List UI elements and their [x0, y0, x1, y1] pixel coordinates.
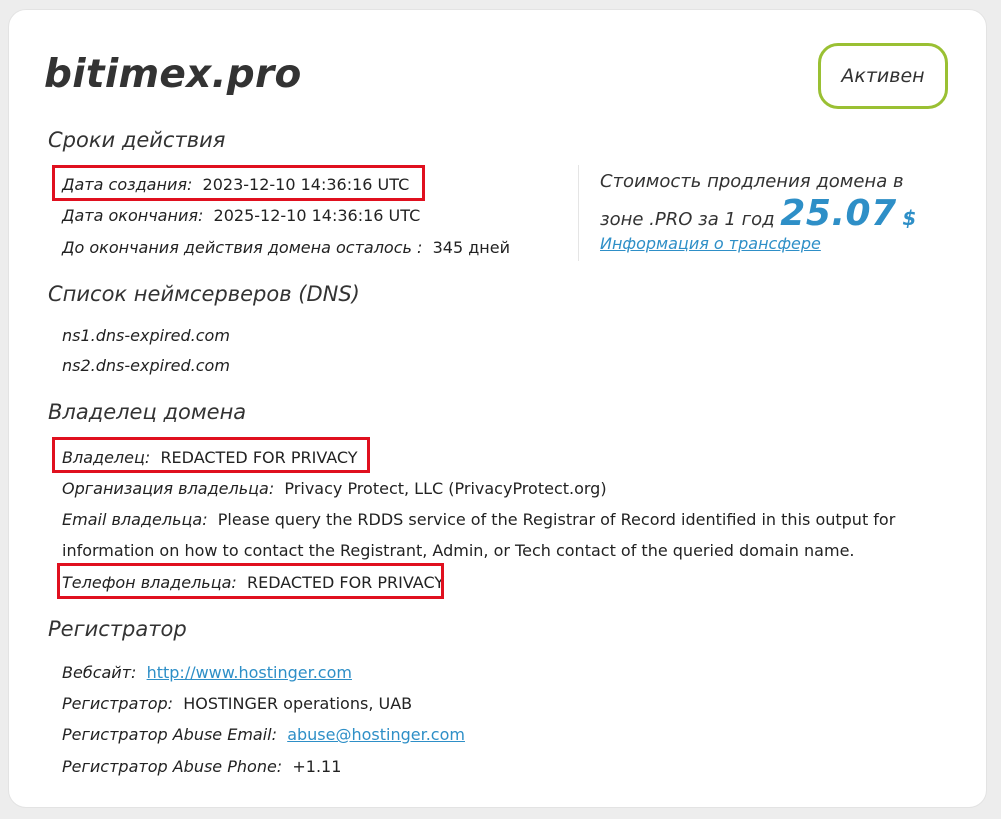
section-title-validity: Сроки действия — [48, 128, 226, 152]
divider — [578, 165, 579, 261]
status-badge: Активен — [818, 43, 948, 109]
org-value: Privacy Protect, LLC (PrivacyProtect.org… — [284, 479, 607, 498]
section-title-dns: Список неймсерверов (DNS) — [48, 282, 360, 306]
renewal-text-line1: Стоимость продления домена в — [600, 171, 904, 192]
website-link[interactable]: http://www.hostinger.com — [147, 663, 352, 682]
highlight-owner — [52, 437, 370, 473]
domain-title: bitimex.pro — [44, 52, 302, 97]
abuse-email-label: Регистратор Abuse Email: — [62, 725, 278, 744]
expires-label: Дата окончания: — [62, 206, 204, 225]
registrar-name-label: Регистратор: — [62, 694, 174, 713]
status-label: Активен — [841, 65, 925, 87]
org-row: Организация владельца: Privacy Protect, … — [62, 479, 607, 498]
remaining-value: 345 дней — [432, 238, 510, 257]
remaining-row: До окончания действия домена осталось : … — [62, 238, 510, 257]
renewal-currency: $ — [902, 206, 917, 230]
section-title-registrar: Регистратор — [48, 617, 187, 641]
nameserver-item: ns1.dns-expired.com — [62, 326, 230, 345]
org-label: Организация владельца: — [62, 479, 275, 498]
email-row: Email владельца: Please query the RDDS s… — [62, 510, 895, 529]
abuse-phone-label: Регистратор Abuse Phone: — [62, 757, 283, 776]
abuse-phone-row: Регистратор Abuse Phone: +1.11 — [62, 757, 341, 776]
expires-value: 2025-12-10 14:36:16 UTC — [213, 206, 421, 225]
nameserver-item: ns2.dns-expired.com — [62, 356, 230, 375]
remaining-label: До окончания действия домена осталось : — [62, 238, 423, 257]
registrar-name-value: HOSTINGER operations, UAB — [183, 694, 413, 713]
renewal-cost: Стоимость продления домена в зоне .PRO з… — [600, 166, 930, 236]
abuse-email-link[interactable]: abuse@hostinger.com — [287, 725, 465, 744]
email-label: Email владельца: — [62, 510, 208, 529]
website-label: Вебсайт: — [62, 663, 137, 682]
renewal-text-line2: зоне .PRO за 1 год — [600, 209, 775, 230]
highlight-created — [52, 165, 425, 201]
abuse-phone-value: +1.11 — [292, 757, 342, 776]
transfer-info-link[interactable]: Информация о трансфере — [600, 234, 821, 253]
section-title-owner: Владелец домена — [48, 400, 247, 424]
website-row: Вебсайт: http://www.hostinger.com — [62, 663, 352, 682]
highlight-phone — [57, 563, 444, 599]
abuse-email-row: Регистратор Abuse Email: abuse@hostinger… — [62, 725, 465, 744]
renewal-price: 25.07 — [780, 193, 897, 234]
email-value-line1: Please query the RDDS service of the Reg… — [217, 510, 896, 529]
email-value-line2: information on how to contact the Regist… — [62, 541, 855, 560]
expires-row: Дата окончания: 2025-12-10 14:36:16 UTC — [62, 206, 420, 225]
registrar-name-row: Регистратор: HOSTINGER operations, UAB — [62, 694, 412, 713]
email-row-continued: information on how to contact the Regist… — [62, 541, 855, 560]
